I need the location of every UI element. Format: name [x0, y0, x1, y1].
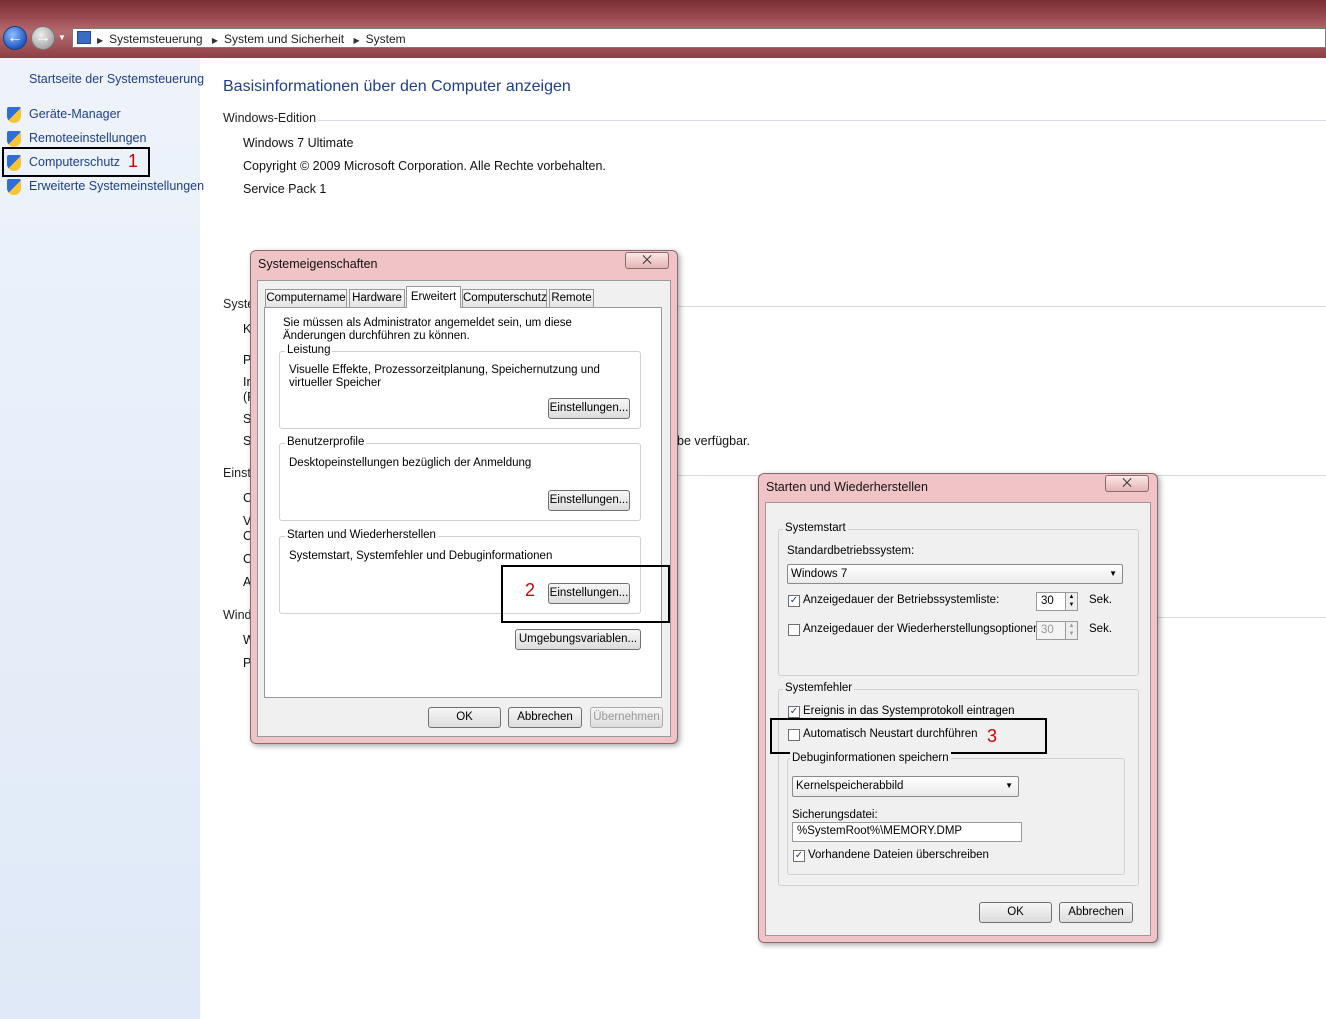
- show-list-seconds[interactable]: 30: [1036, 592, 1066, 611]
- page-title: Basisinformationen über den Computer anz…: [223, 78, 571, 95]
- show-list-checkbox[interactable]: ✓: [788, 595, 800, 607]
- annotation-box-3: [770, 718, 1047, 754]
- show-recovery-label: Anzeigedauer der Wiederherstellungsoptio…: [803, 623, 1043, 635]
- copyright-text: Copyright © 2009 Microsoft Corporation. …: [243, 159, 606, 173]
- back-button[interactable]: ←: [3, 26, 27, 50]
- seconds-unit: Sek.: [1089, 623, 1113, 635]
- tab-remote[interactable]: Remote: [549, 289, 594, 308]
- sidebar-home-link[interactable]: Startseite der Systemsteuerung: [29, 72, 204, 86]
- annotation-number-2: 2: [525, 580, 536, 600]
- breadcrumb-item[interactable]: System: [366, 32, 406, 46]
- service-pack: Service Pack 1: [243, 182, 327, 196]
- performance-desc: Visuelle Effekte, Prozessorzeitplanung, …: [289, 364, 600, 389]
- group-label: Starten und Wiederherstellen: [285, 529, 438, 541]
- section-header-edition: Windows-Edition: [223, 111, 317, 125]
- section-header-windows: Wind: [223, 608, 252, 622]
- group-label: Systemstart: [783, 522, 848, 534]
- sidebar-item-label: Erweiterte Systemeinstellungen: [29, 179, 205, 193]
- sidebar-item-advanced-settings[interactable]: Erweiterte Systemeinstellungen: [0, 178, 204, 196]
- show-recovery-seconds[interactable]: 30: [1036, 621, 1066, 640]
- group-label: Systemfehler: [783, 682, 855, 694]
- sidebar-item-remote-settings[interactable]: Remoteeinstellungen: [0, 130, 200, 148]
- sidebar-item-label: Remoteeinstellungen: [29, 131, 147, 145]
- chevron-down-icon: ▼: [1005, 781, 1013, 790]
- breadcrumb-item[interactable]: Systemsteuerung: [109, 32, 202, 46]
- tab-hardware[interactable]: Hardware: [349, 289, 405, 308]
- dialog-title: Systemeigenschaften: [258, 257, 378, 271]
- shield-icon: [7, 179, 21, 195]
- sidebar-item-label: Geräte-Manager: [29, 107, 121, 121]
- overwrite-checkbox[interactable]: ✓: [793, 850, 805, 862]
- divider: [1158, 617, 1326, 618]
- annotation-number-3: 3: [987, 726, 998, 746]
- close-button[interactable]: ⨉: [625, 252, 669, 269]
- group-label: Leistung: [285, 344, 333, 356]
- debug-info-select[interactable]: Kernelspeicherabbild ▼: [792, 776, 1019, 797]
- divider: [318, 120, 1326, 121]
- ok-button[interactable]: OK: [428, 707, 501, 728]
- close-icon: ⨉: [1122, 476, 1132, 490]
- shield-icon: [7, 107, 21, 123]
- partial-text: be verfügbar.: [677, 434, 750, 448]
- profiles-settings-button[interactable]: Einstellungen...: [548, 490, 630, 511]
- chevron-down-icon: ▼: [1109, 569, 1117, 578]
- dump-file-input[interactable]: %SystemRoot%\MEMORY.DMP: [792, 822, 1022, 842]
- performance-settings-button[interactable]: Einstellungen...: [548, 398, 630, 419]
- forward-button[interactable]: →: [31, 26, 55, 50]
- default-os-label: Standardbetriebssystem:: [787, 545, 915, 557]
- overwrite-label: Vorhandene Dateien überschreiben: [808, 849, 989, 861]
- close-button[interactable]: ⨉: [1105, 475, 1149, 492]
- windows-edition: Windows 7 Ultimate: [243, 136, 354, 150]
- recent-pages-dropdown-icon[interactable]: ▼: [58, 33, 66, 42]
- tab-system-protection[interactable]: Computerschutz: [462, 289, 547, 308]
- breadcrumb: ▶ Systemsteuerung ▶ System und Sicherheit …: [97, 32, 406, 46]
- profiles-desc: Desktopeinstellungen bezüglich der Anmel…: [289, 457, 532, 469]
- breadcrumb-item[interactable]: System und Sicherheit: [224, 32, 344, 46]
- log-event-checkbox[interactable]: ✓: [788, 706, 800, 718]
- tab-computername[interactable]: Computername: [265, 289, 347, 308]
- control-panel-icon: [77, 31, 91, 44]
- ok-button[interactable]: OK: [979, 902, 1052, 923]
- default-os-select[interactable]: Windows 7 ▼: [787, 564, 1123, 584]
- sidebar-item-device-manager[interactable]: Geräte-Manager: [0, 106, 200, 124]
- forward-arrow-icon: →: [35, 29, 51, 46]
- environment-variables-button[interactable]: Umgebungsvariablen...: [515, 629, 641, 650]
- dump-file-label: Sicherungsdatei:: [792, 809, 878, 821]
- tab-advanced[interactable]: Erweitert: [406, 286, 461, 308]
- back-arrow-icon: ←: [7, 29, 23, 46]
- log-event-label: Ereignis in das Systemprotokoll eintrage…: [803, 705, 1015, 717]
- cancel-button[interactable]: Abbrechen: [1059, 902, 1133, 923]
- show-recovery-checkbox[interactable]: [788, 624, 800, 636]
- sidebar: Startseite der Systemsteuerung Geräte-Ma…: [0, 58, 204, 1019]
- apply-button[interactable]: Übernehmen: [590, 707, 663, 728]
- address-bar[interactable]: ▶ Systemsteuerung ▶ System und Sicherheit …: [72, 28, 1326, 48]
- show-list-label: Anzeigedauer der Betriebssystemliste:: [803, 594, 1000, 606]
- annotation-number-1: 1: [128, 151, 139, 171]
- shield-icon: [7, 131, 21, 147]
- spinner-arrows-icon[interactable]: ▲ ▼: [1065, 592, 1078, 611]
- admin-note: Sie müssen als Administrator angemeldet …: [283, 317, 572, 342]
- spinner-arrows-icon[interactable]: ▲ ▼: [1065, 621, 1078, 640]
- seconds-unit: Sek.: [1089, 594, 1113, 606]
- dialog-title: Starten und Wiederherstellen: [766, 480, 928, 494]
- divider: [677, 306, 1326, 307]
- cancel-button[interactable]: Abbrechen: [508, 707, 582, 728]
- group-label: Debuginformationen speichern: [790, 752, 951, 764]
- group-label: Benutzerprofile: [285, 436, 367, 448]
- close-icon: ⨉: [642, 253, 652, 267]
- startup-desc: Systemstart, Systemfehler und Debuginfor…: [289, 550, 553, 562]
